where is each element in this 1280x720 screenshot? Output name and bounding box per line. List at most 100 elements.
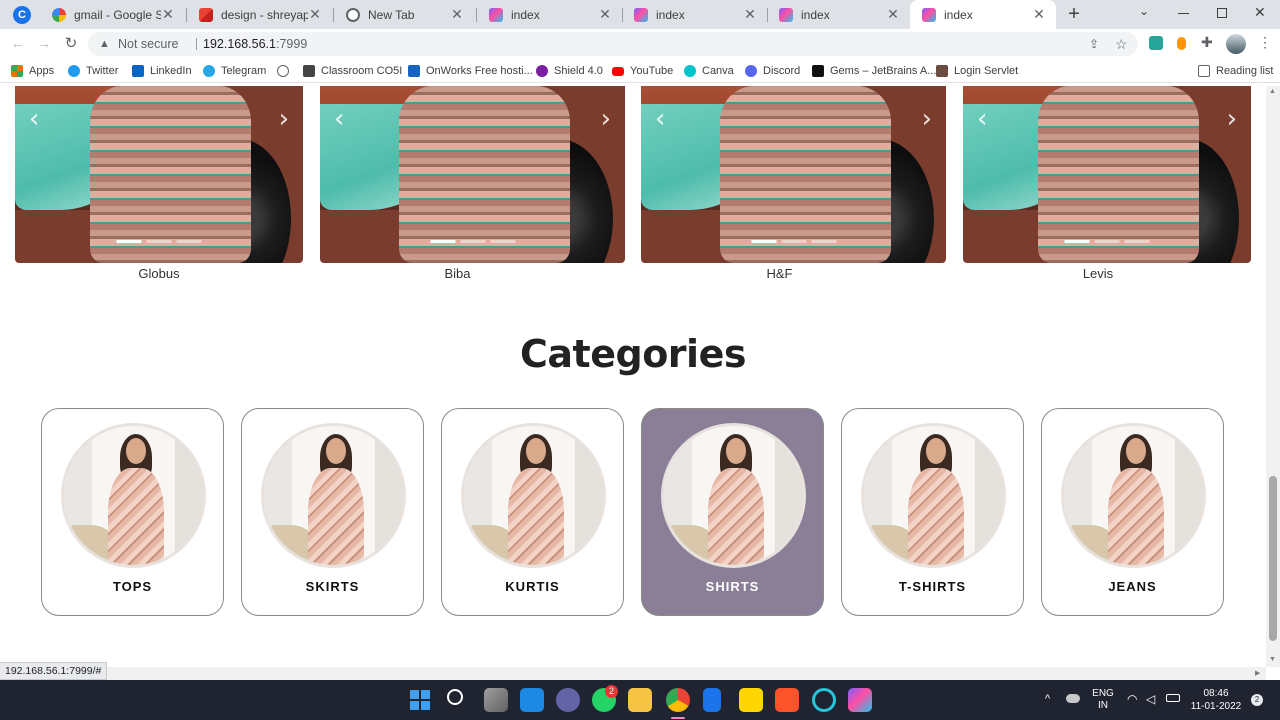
security-label[interactable]: Not secure bbox=[118, 32, 178, 56]
bookmark-login-servlet[interactable]: Login Servlet bbox=[936, 63, 1018, 79]
bookmark-jetbrains[interactable]: Gems – JetBrains A... bbox=[812, 63, 936, 79]
tab-2[interactable]: design - shreyaparas ✕ bbox=[187, 0, 332, 29]
indicator-dot[interactable] bbox=[460, 240, 485, 243]
volume-icon[interactable]: ◁ bbox=[1146, 692, 1155, 706]
app-icon[interactable] bbox=[848, 688, 872, 712]
maximize-icon[interactable] bbox=[1217, 8, 1227, 18]
cortana-icon[interactable] bbox=[812, 688, 836, 712]
category-card-skirts[interactable]: SKIRTS bbox=[241, 408, 424, 616]
tab-3[interactable]: New Tab ✕ bbox=[334, 0, 474, 29]
bookmark-globe[interactable] bbox=[277, 63, 295, 79]
brand-card-biba[interactable]: ‹ › bbox=[320, 86, 625, 263]
puzzle-icon[interactable]: ✚ bbox=[1201, 34, 1213, 51]
close-icon[interactable]: ✕ bbox=[308, 6, 322, 23]
bookmark-classroom[interactable]: Classroom CO5I bbox=[303, 63, 402, 79]
share-icon[interactable]: ⇪ bbox=[1089, 32, 1099, 56]
close-icon[interactable]: ✕ bbox=[161, 6, 175, 23]
chevron-right-icon[interactable]: › bbox=[279, 104, 289, 134]
warning-icon[interactable]: ▲ bbox=[99, 32, 110, 56]
chevron-left-icon[interactable]: ‹ bbox=[334, 104, 344, 134]
scroll-right-icon[interactable]: ▶ bbox=[1255, 669, 1260, 677]
tab-1[interactable]: gmail - Google Search ✕ bbox=[40, 0, 185, 29]
close-window-icon[interactable]: ✕ bbox=[1254, 4, 1266, 21]
menu-icon[interactable]: ⋮ bbox=[1258, 34, 1272, 51]
brand-card-hf[interactable]: ‹ › bbox=[641, 86, 946, 263]
scroll-up-icon[interactable]: ▲ bbox=[1269, 88, 1276, 95]
widgets-icon[interactable] bbox=[520, 688, 544, 712]
bookmark-onworks[interactable]: OnWorks Free hosti... bbox=[408, 63, 533, 79]
category-card-tops[interactable]: TOPS bbox=[41, 408, 224, 616]
bookmark-linkedin[interactable]: LinkedIn bbox=[132, 63, 192, 79]
indicator-dot[interactable] bbox=[811, 240, 836, 243]
chevron-right-icon[interactable]: › bbox=[922, 104, 932, 134]
tab-search-icon[interactable]: C bbox=[13, 6, 31, 24]
bookmark-canva[interactable]: Canva bbox=[684, 63, 734, 79]
battery-icon[interactable] bbox=[1166, 694, 1180, 702]
bookmark-youtube[interactable]: YouTube bbox=[612, 63, 673, 79]
chrome-icon[interactable] bbox=[666, 688, 690, 712]
category-card-kurtis[interactable]: KURTIS bbox=[441, 408, 624, 616]
notification-badge[interactable]: 2 bbox=[1251, 694, 1263, 706]
close-icon[interactable]: ✕ bbox=[1032, 6, 1046, 23]
indicator-dot[interactable] bbox=[781, 240, 806, 243]
category-card-t-shirts[interactable]: T-SHIRTS bbox=[841, 408, 1024, 616]
chevron-right-icon[interactable]: › bbox=[601, 104, 611, 134]
scroll-down-icon[interactable]: ▼ bbox=[1269, 656, 1276, 663]
brand-card-globus[interactable]: ‹ › bbox=[15, 86, 303, 263]
indicator-dot[interactable] bbox=[176, 240, 202, 243]
bookmark-shield[interactable]: Shield 4.0 bbox=[536, 63, 603, 79]
vertical-scrollbar[interactable]: ▲ ▼ bbox=[1266, 86, 1280, 667]
indicator-dot[interactable] bbox=[751, 240, 776, 243]
close-icon[interactable]: ✕ bbox=[886, 6, 900, 23]
tab-6[interactable]: index ✕ bbox=[767, 0, 910, 29]
category-card-jeans[interactable]: JEANS bbox=[1041, 408, 1224, 616]
chevron-down-icon[interactable]: ⌄ bbox=[1139, 4, 1149, 18]
wifi-icon[interactable]: ◠ bbox=[1127, 692, 1137, 706]
brave-icon[interactable] bbox=[775, 688, 799, 712]
chevron-left-icon[interactable]: ‹ bbox=[29, 104, 39, 134]
close-icon[interactable]: ✕ bbox=[743, 6, 757, 23]
indicator-dot[interactable] bbox=[1124, 240, 1150, 243]
language-indicator[interactable]: ENG IN bbox=[1090, 688, 1116, 712]
indicator-dot[interactable] bbox=[490, 240, 515, 243]
teams-chat-icon[interactable] bbox=[556, 688, 580, 712]
avatar[interactable] bbox=[1226, 34, 1246, 54]
clock[interactable]: 08:46 11-01-2022 bbox=[1188, 687, 1244, 713]
star-icon[interactable]: ☆ bbox=[1115, 32, 1128, 56]
reload-icon[interactable]: ↻ bbox=[61, 34, 81, 54]
brand-card-levis[interactable]: ‹ › bbox=[963, 86, 1251, 263]
file-explorer-icon[interactable] bbox=[628, 688, 652, 712]
windows-start-icon[interactable] bbox=[410, 690, 430, 710]
extension-icon-1[interactable] bbox=[1149, 36, 1163, 50]
new-tab-button[interactable]: + bbox=[1064, 2, 1084, 26]
horizontal-scrollbar[interactable]: ▶ bbox=[0, 667, 1266, 680]
chevron-left-icon[interactable]: ‹ bbox=[977, 104, 987, 134]
forward-icon[interactable]: → bbox=[34, 34, 54, 54]
bookmark-twitter[interactable]: Twitter bbox=[68, 63, 118, 79]
onedrive-icon[interactable] bbox=[1066, 694, 1080, 703]
search-icon[interactable] bbox=[447, 689, 463, 705]
indicator-dot[interactable] bbox=[1094, 240, 1120, 243]
chevron-right-icon[interactable]: › bbox=[1227, 104, 1237, 134]
minimize-icon[interactable] bbox=[1178, 13, 1189, 14]
indicator-dot[interactable] bbox=[116, 240, 142, 243]
tab-7-active[interactable]: index ✕ bbox=[910, 0, 1056, 29]
bookmark-discord[interactable]: Discord bbox=[745, 63, 800, 79]
close-icon[interactable]: ✕ bbox=[598, 6, 612, 23]
indicator-dot[interactable] bbox=[430, 240, 455, 243]
url-text[interactable]: 192.168.56.1:7999 bbox=[203, 32, 307, 56]
back-icon[interactable]: ← bbox=[8, 34, 28, 54]
docs-icon[interactable] bbox=[703, 688, 721, 712]
bookmark-telegram[interactable]: Telegram bbox=[203, 63, 266, 79]
close-icon[interactable]: ✕ bbox=[450, 6, 464, 23]
tab-5[interactable]: index ✕ bbox=[622, 0, 767, 29]
chevron-left-icon[interactable]: ‹ bbox=[655, 104, 665, 134]
sticky-notes-icon[interactable] bbox=[739, 688, 763, 712]
indicator-dot[interactable] bbox=[1064, 240, 1090, 243]
indicator-dot[interactable] bbox=[146, 240, 172, 243]
scrollbar-thumb[interactable] bbox=[1269, 476, 1277, 641]
tab-4[interactable]: index ✕ bbox=[477, 0, 622, 29]
address-bar[interactable]: ▲ Not secure 192.168.56.1:7999 ⇪ ☆ bbox=[88, 32, 1138, 56]
reading-list[interactable]: Reading list bbox=[1198, 63, 1273, 79]
chevron-up-icon[interactable]: ^ bbox=[1045, 693, 1050, 705]
